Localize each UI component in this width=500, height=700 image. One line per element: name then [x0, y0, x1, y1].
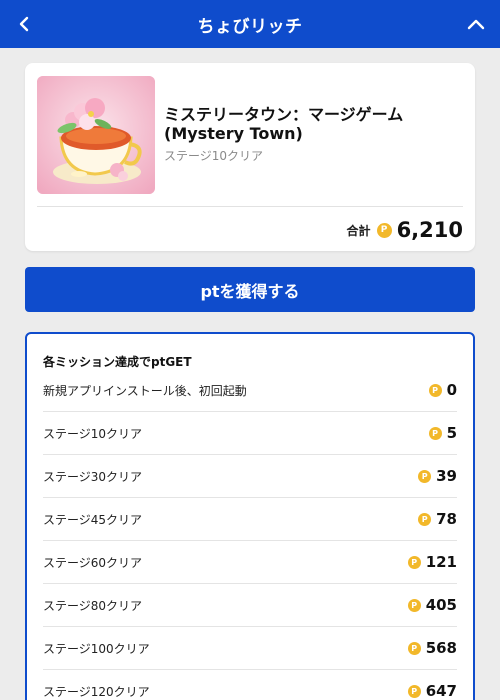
- mission-points: 647: [425, 682, 457, 700]
- mission-label: ステージ100クリア: [43, 641, 150, 656]
- mission-row: 新規アプリインストール後、初回起動 P0: [43, 369, 457, 412]
- mission-label: ステージ80クリア: [43, 598, 143, 613]
- app-header: ちょびリッチ: [0, 0, 500, 48]
- mission-heading: 各ミッション達成でptGET: [43, 355, 192, 369]
- app-subtitle: ステージ10クリア: [164, 149, 264, 163]
- mission-label: ステージ45クリア: [43, 512, 143, 527]
- app-card: ミステリータウン：マージゲーム (Mystery Town) ステージ10クリア…: [25, 63, 475, 251]
- back-button[interactable]: [0, 0, 48, 48]
- mission-points: 405: [425, 596, 457, 614]
- point-coin-icon: P: [376, 222, 392, 238]
- total-points: 合計 P 6,210: [347, 215, 463, 245]
- teacup-flower-app-icon[interactable]: [37, 76, 155, 194]
- mission-row: ステージ120クリア P 647: [43, 670, 457, 700]
- total-value: 6,210: [396, 218, 463, 242]
- point-coin-icon: P: [428, 426, 442, 440]
- header-title: ちょびリッチ: [197, 16, 303, 37]
- point-coin-icon: P: [428, 383, 442, 397]
- mission-row: ステージ80クリア P 405: [43, 584, 457, 627]
- mission-points: 5: [446, 424, 457, 442]
- mission-panel: 各ミッション達成でptGET 新規アプリインストール後、初回起動 P0 ステージ…: [25, 332, 475, 700]
- mission-label: ステージ10クリア: [43, 426, 143, 441]
- chevron-left-icon: [19, 16, 29, 32]
- point-coin-icon: P: [418, 469, 432, 483]
- point-coin-icon: P: [418, 512, 432, 526]
- point-coin-icon: P: [407, 555, 421, 569]
- collapse-button[interactable]: [452, 0, 500, 48]
- mission-points: 121: [425, 553, 457, 571]
- get-points-button[interactable]: ptを獲得する: [25, 267, 475, 312]
- mission-row: ステージ45クリア P 78: [43, 498, 457, 541]
- mission-label: ステージ60クリア: [43, 555, 143, 570]
- mission-row: ステージ10クリア P5: [43, 412, 457, 455]
- mission-label: ステージ30クリア: [43, 469, 143, 484]
- point-coin-icon: P: [407, 641, 421, 655]
- mission-points: 78: [436, 510, 457, 528]
- chevron-up-icon: [467, 19, 485, 30]
- point-coin-icon: P: [407, 684, 421, 698]
- mission-points: 39: [436, 467, 457, 485]
- app-title: ミステリータウン：マージゲーム (Mystery Town): [164, 105, 404, 143]
- mission-row: ステージ100クリア P 568: [43, 627, 457, 670]
- mission-label: ステージ120クリア: [43, 684, 150, 699]
- mission-row: ステージ30クリア P 39: [43, 455, 457, 498]
- mission-points: 568: [425, 639, 457, 657]
- mission-points: 0: [446, 381, 457, 399]
- card-divider: [37, 206, 463, 207]
- mission-label: 新規アプリインストール後、初回起動: [43, 383, 247, 398]
- total-label: 合計: [346, 223, 371, 238]
- mission-row: ステージ60クリア P 121: [43, 541, 457, 584]
- point-coin-icon: P: [407, 598, 421, 612]
